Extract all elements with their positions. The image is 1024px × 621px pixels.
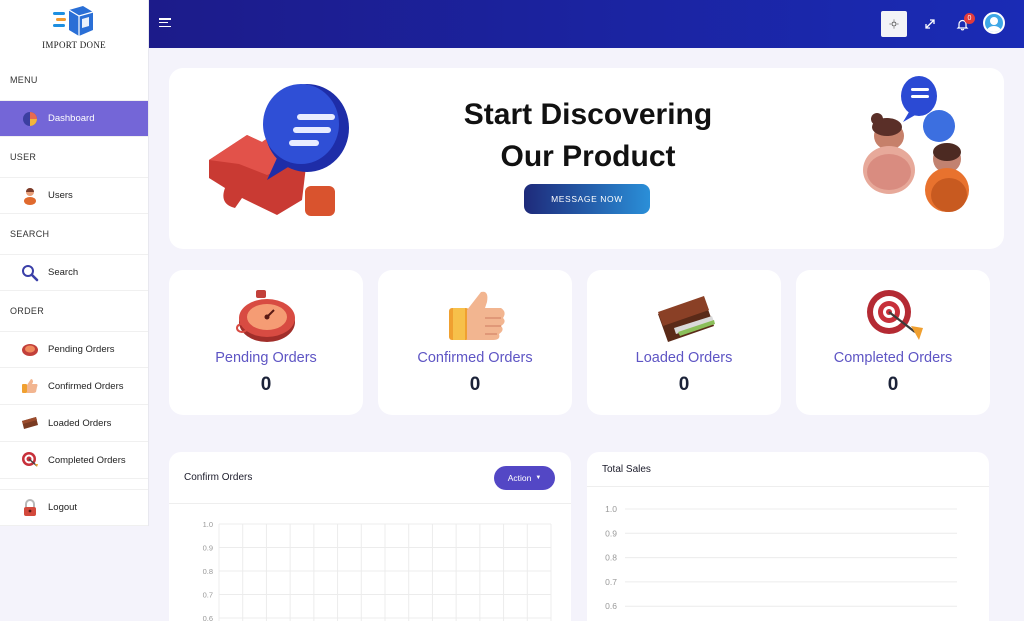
y-tick-label: 1.0 <box>203 520 213 529</box>
stat-label: Pending Orders <box>215 350 317 366</box>
confirm-orders-panel: Confirm Orders Action ▼ 1.0 0.9 0.8 0.7 0.6 <box>169 452 571 621</box>
search-icon <box>21 264 39 282</box>
sidebar: IMPORT DONE MENU Dashboard USER Users SE… <box>0 0 149 526</box>
user-avatar-icon <box>987 17 1001 32</box>
y-tick-label: 0.9 <box>203 544 213 553</box>
people-chat-illustration <box>863 76 969 212</box>
stat-card-loaded[interactable]: Loaded Orders 0 <box>587 270 781 415</box>
sidebar-item-label: Dashboard <box>48 113 95 124</box>
fullscreen-button[interactable] <box>917 11 943 37</box>
y-tick-label: 0.7 <box>203 591 213 600</box>
sidebar-item-users[interactable]: Users <box>0 177 148 214</box>
wallet-icon <box>21 414 39 432</box>
stat-card-confirmed[interactable]: Confirmed Orders 0 <box>378 270 572 415</box>
stat-card-pending[interactable]: Pending Orders 0 <box>169 270 363 415</box>
notifications-button[interactable]: 0 <box>949 11 975 37</box>
sidebar-item-completed-orders[interactable]: Completed Orders <box>0 442 148 479</box>
panel-title: Confirm Orders <box>184 472 253 483</box>
caret-down-icon: ▼ <box>535 475 542 481</box>
stat-label: Loaded Orders <box>635 350 733 366</box>
hero-banner: Start Discovering Our Product MESSAGE NO… <box>169 68 1004 249</box>
wallet-icon <box>658 296 715 342</box>
sidebar-item-loaded-orders[interactable]: Loaded Orders <box>0 405 148 442</box>
y-tick-label: 0.7 <box>605 577 617 587</box>
sidebar-item-dashboard[interactable]: Dashboard <box>0 100 148 137</box>
stat-value: 0 <box>887 374 899 395</box>
dashboard-icon <box>21 110 39 128</box>
sidebar-item-label: Users <box>48 190 73 201</box>
target-icon <box>21 451 39 469</box>
menu-icon[interactable] <box>159 18 171 28</box>
panel-header: Confirm Orders Action ▼ <box>169 452 571 504</box>
lock-icon <box>21 498 39 517</box>
expand-icon <box>925 19 935 29</box>
stat-label: Confirmed Orders <box>417 350 533 366</box>
user-icon <box>21 187 39 205</box>
confirm-orders-chart: 1.0 0.9 0.8 0.7 0.6 <box>203 520 552 621</box>
stat-label: Completed Orders <box>833 350 953 366</box>
sidebar-item-confirmed-orders[interactable]: Confirmed Orders <box>0 368 148 405</box>
theme-toggle-button[interactable] <box>881 11 907 37</box>
total-sales-panel: Total Sales 1.0 0.9 0.8 0.7 0.6 <box>587 452 989 621</box>
stat-value: 0 <box>260 374 272 395</box>
stat-value: 0 <box>469 374 481 395</box>
thumbs-up-icon <box>21 377 39 395</box>
notification-badge: 0 <box>964 13 975 24</box>
stat-value: 0 <box>678 374 690 395</box>
top-bar: 0 <box>149 0 1024 48</box>
stopwatch-icon <box>21 341 39 359</box>
sidebar-item-label: Confirmed Orders <box>48 380 124 392</box>
section-menu: MENU <box>10 75 38 85</box>
y-tick-label: 0.8 <box>203 567 213 576</box>
brand-name: IMPORT DONE <box>42 40 106 50</box>
stat-card-completed[interactable]: Completed Orders 0 <box>796 270 990 415</box>
avatar[interactable] <box>983 12 1005 34</box>
section-search: SEARCH <box>10 229 50 239</box>
sidebar-item-label: Logout <box>48 502 78 513</box>
sidebar-item-logout[interactable]: Logout <box>0 489 148 526</box>
message-now-button[interactable]: MESSAGE NOW <box>524 184 650 214</box>
sidebar-item-pending-orders[interactable]: Pending Orders <box>0 331 148 368</box>
section-user: USER <box>10 152 37 162</box>
y-tick-label: 0.6 <box>203 614 213 621</box>
sidebar-item-label: Loaded Orders <box>48 417 112 429</box>
action-dropdown-button[interactable]: Action ▼ <box>494 466 555 490</box>
stopwatch-icon <box>236 290 295 342</box>
panel-title: Total Sales <box>602 464 651 475</box>
y-tick-label: 1.0 <box>605 504 617 514</box>
panel-header: Total Sales <box>587 452 989 487</box>
action-label: Action <box>507 473 532 483</box>
target-icon <box>867 290 923 340</box>
y-tick-label: 0.9 <box>605 528 617 538</box>
section-order: ORDER <box>10 306 45 316</box>
thumbs-up-icon <box>449 291 505 340</box>
total-sales-chart: 1.0 0.9 0.8 0.7 0.6 <box>605 504 957 611</box>
logo-icon <box>53 6 94 36</box>
y-tick-label: 0.8 <box>605 553 617 563</box>
sidebar-item-label: Pending Orders <box>48 344 115 355</box>
sidebar-item-search[interactable]: Search <box>0 254 148 291</box>
y-tick-label: 0.6 <box>605 601 617 611</box>
sun-icon <box>889 19 899 29</box>
brand-logo[interactable]: IMPORT DONE <box>0 0 148 60</box>
sidebar-item-label: Completed Orders <box>48 454 126 466</box>
sidebar-item-label: Search <box>48 267 79 278</box>
